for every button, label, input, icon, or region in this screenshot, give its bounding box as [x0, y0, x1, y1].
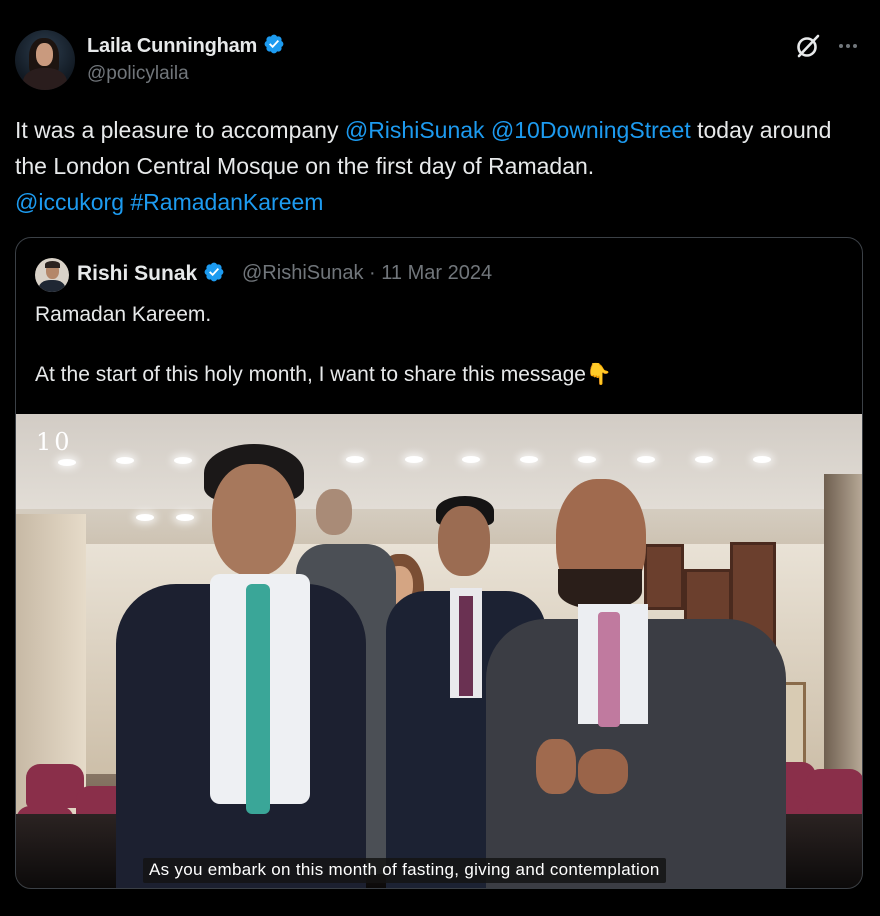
- quoted-text-line: Ramadan Kareem.: [35, 303, 212, 326]
- video-caption: As you embark on this month of fasting, …: [143, 858, 666, 883]
- quoted-post-date[interactable]: 11 Mar 2024: [381, 262, 492, 284]
- quoted-text-line: At the start of this holy month, I want …: [35, 363, 613, 386]
- hashtag-ramadankareem[interactable]: #RamadanKareem: [130, 189, 323, 215]
- scene-window: [824, 474, 862, 794]
- quoted-post-meta: @RishiSunak · 11 Mar 2024: [242, 262, 492, 285]
- verified-badge-icon: [204, 262, 224, 282]
- verified-badge-icon: [264, 34, 284, 54]
- quoted-post-card[interactable]: Rishi Sunak @RishiSunak · 11 Mar 2024 Ra…: [15, 237, 863, 889]
- video-media[interactable]: 10 As you embark on this month of fastin…: [16, 414, 862, 888]
- more-icon[interactable]: [836, 34, 860, 58]
- person-imam: [486, 474, 786, 888]
- post-text: It was a pleasure to accompany @RishiSun…: [15, 112, 865, 220]
- author-display-name[interactable]: Laila Cunningham: [87, 33, 285, 58]
- meta-separator: ·: [363, 262, 382, 284]
- quoted-author-name[interactable]: Rishi Sunak: [77, 261, 225, 286]
- mention-iccukorg[interactable]: @iccukorg: [15, 189, 124, 215]
- post: Laila Cunningham @policylaila It was a p…: [0, 0, 880, 916]
- quoted-post-text: Ramadan Kareem. At the start of this hol…: [35, 300, 845, 390]
- author-avatar[interactable]: [15, 30, 75, 90]
- post-text-part: It was a pleasure to accompany: [15, 117, 345, 143]
- author-name-text[interactable]: Laila Cunningham: [87, 35, 257, 57]
- mention-rishisunak[interactable]: @RishiSunak: [345, 117, 485, 143]
- author-handle[interactable]: @policylaila: [87, 63, 189, 85]
- quoted-author-avatar[interactable]: [35, 258, 69, 292]
- grok-icon[interactable]: [794, 32, 822, 60]
- quoted-author-name-text[interactable]: Rishi Sunak: [77, 262, 197, 285]
- quoted-author-handle[interactable]: @RishiSunak: [242, 262, 363, 284]
- mention-10downingstreet[interactable]: @10DowningStreet: [491, 117, 691, 143]
- person-sunak: [116, 444, 366, 888]
- video-watermark: 10: [36, 428, 73, 456]
